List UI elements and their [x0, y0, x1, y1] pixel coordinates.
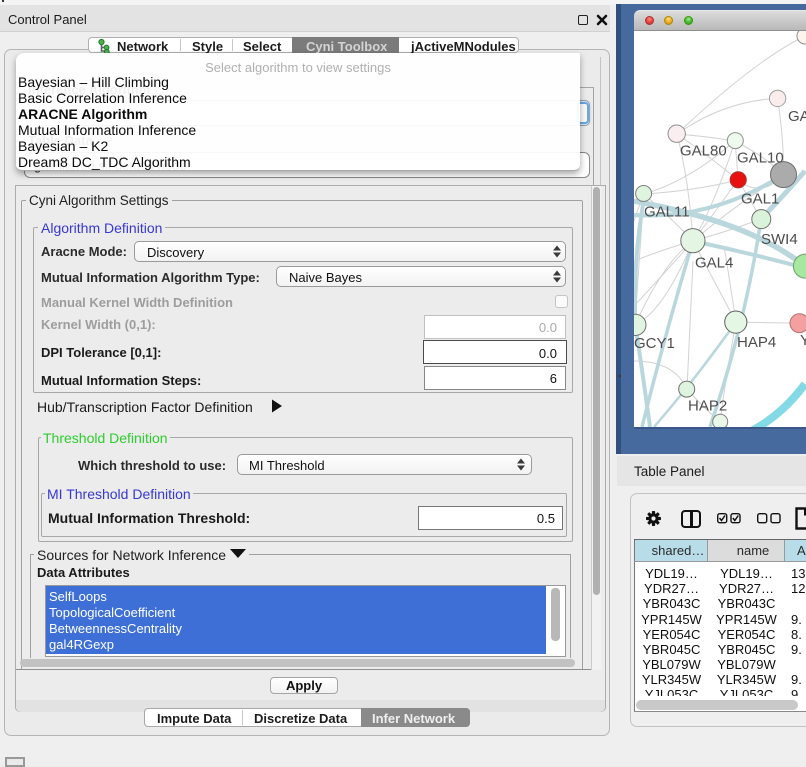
svg-text:Y: Y: [800, 332, 806, 349]
svg-text:GAL4: GAL4: [695, 255, 733, 272]
svg-text:GAL1: GAL1: [741, 191, 779, 208]
svg-text:HAP2: HAP2: [688, 398, 727, 415]
svg-text:GAL11: GAL11: [644, 204, 690, 221]
svg-text:HAP4: HAP4: [737, 334, 776, 351]
svg-text:GAL: GAL: [788, 108, 806, 125]
svg-text:GAL80: GAL80: [680, 143, 727, 160]
svg-text:SWI4: SWI4: [761, 231, 798, 248]
svg-text:GAL10: GAL10: [737, 150, 784, 167]
svg-text:GCY1: GCY1: [634, 335, 675, 352]
